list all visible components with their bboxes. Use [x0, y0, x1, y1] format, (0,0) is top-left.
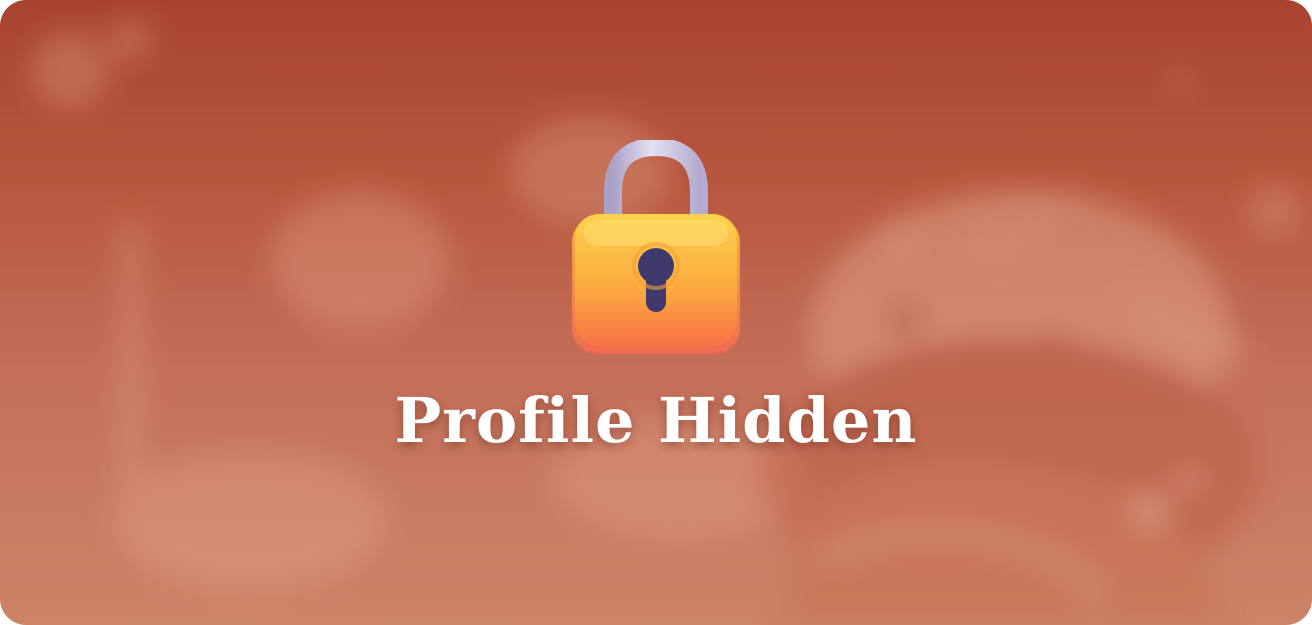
lock-icon: [566, 137, 746, 360]
profile-hidden-card: Profile Hidden: [0, 0, 1312, 625]
page-title: Profile Hidden: [394, 384, 918, 457]
